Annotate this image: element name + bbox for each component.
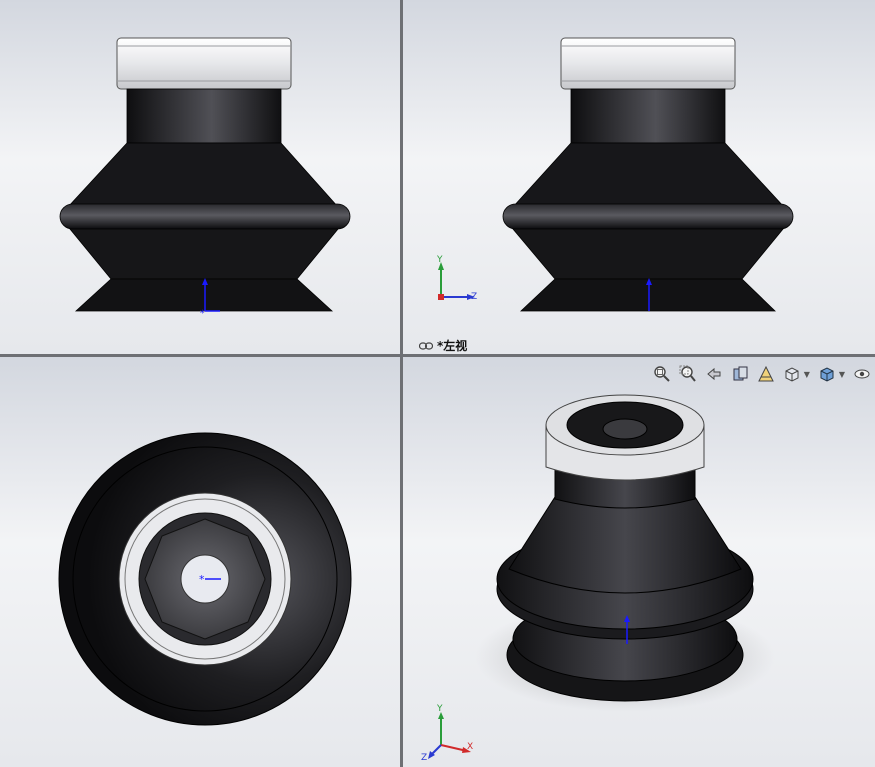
section-view-icon[interactable] [729, 363, 751, 385]
view-name-label: *左视 [419, 337, 467, 354]
viewport-isometric[interactable]: Y X Z ▼ ▼ [403, 357, 875, 767]
hide-show-items-icon[interactable] [851, 363, 873, 385]
suction-cup-isometric-view[interactable] [403, 357, 875, 767]
viewport-left[interactable]: Y Z *左视 [403, 0, 875, 354]
view-name-text: *左视 [437, 339, 468, 353]
suction-cup-front-view[interactable]: * [0, 0, 400, 354]
viewport-splitter-horizontal[interactable] [0, 354, 875, 357]
coordinate-triad-iso [428, 712, 471, 759]
viewport-top[interactable]: * [0, 357, 400, 767]
zoom-to-fit-icon[interactable] [651, 363, 673, 385]
triad-y-label: Y [437, 255, 443, 265]
zoom-to-area-icon[interactable] [677, 363, 699, 385]
view-orientation-icon[interactable] [781, 363, 803, 385]
coordinate-triad-left [438, 262, 475, 300]
heads-up-view-toolbar: ▼ ▼ [651, 363, 873, 385]
link-icon [419, 341, 433, 350]
dynamic-annotation-view-icon[interactable] [755, 363, 777, 385]
iso-triad-z-label: Z [421, 753, 428, 763]
iso-triad-y-label: Y [437, 704, 443, 714]
display-style-icon[interactable] [816, 363, 838, 385]
view-orientation-dropdown-icon[interactable]: ▼ [804, 370, 810, 379]
viewport-splitter-vertical[interactable] [400, 0, 403, 767]
previous-view-icon[interactable] [703, 363, 725, 385]
iso-triad-x-label: X [467, 742, 474, 752]
triad-z-label: Z [471, 292, 478, 302]
viewport-front[interactable]: * [0, 0, 400, 354]
suction-cup-top-view[interactable]: * [0, 357, 400, 767]
display-style-dropdown-icon[interactable]: ▼ [839, 370, 845, 379]
svg-text:*: * [199, 573, 205, 586]
svg-text:*: * [200, 309, 205, 319]
